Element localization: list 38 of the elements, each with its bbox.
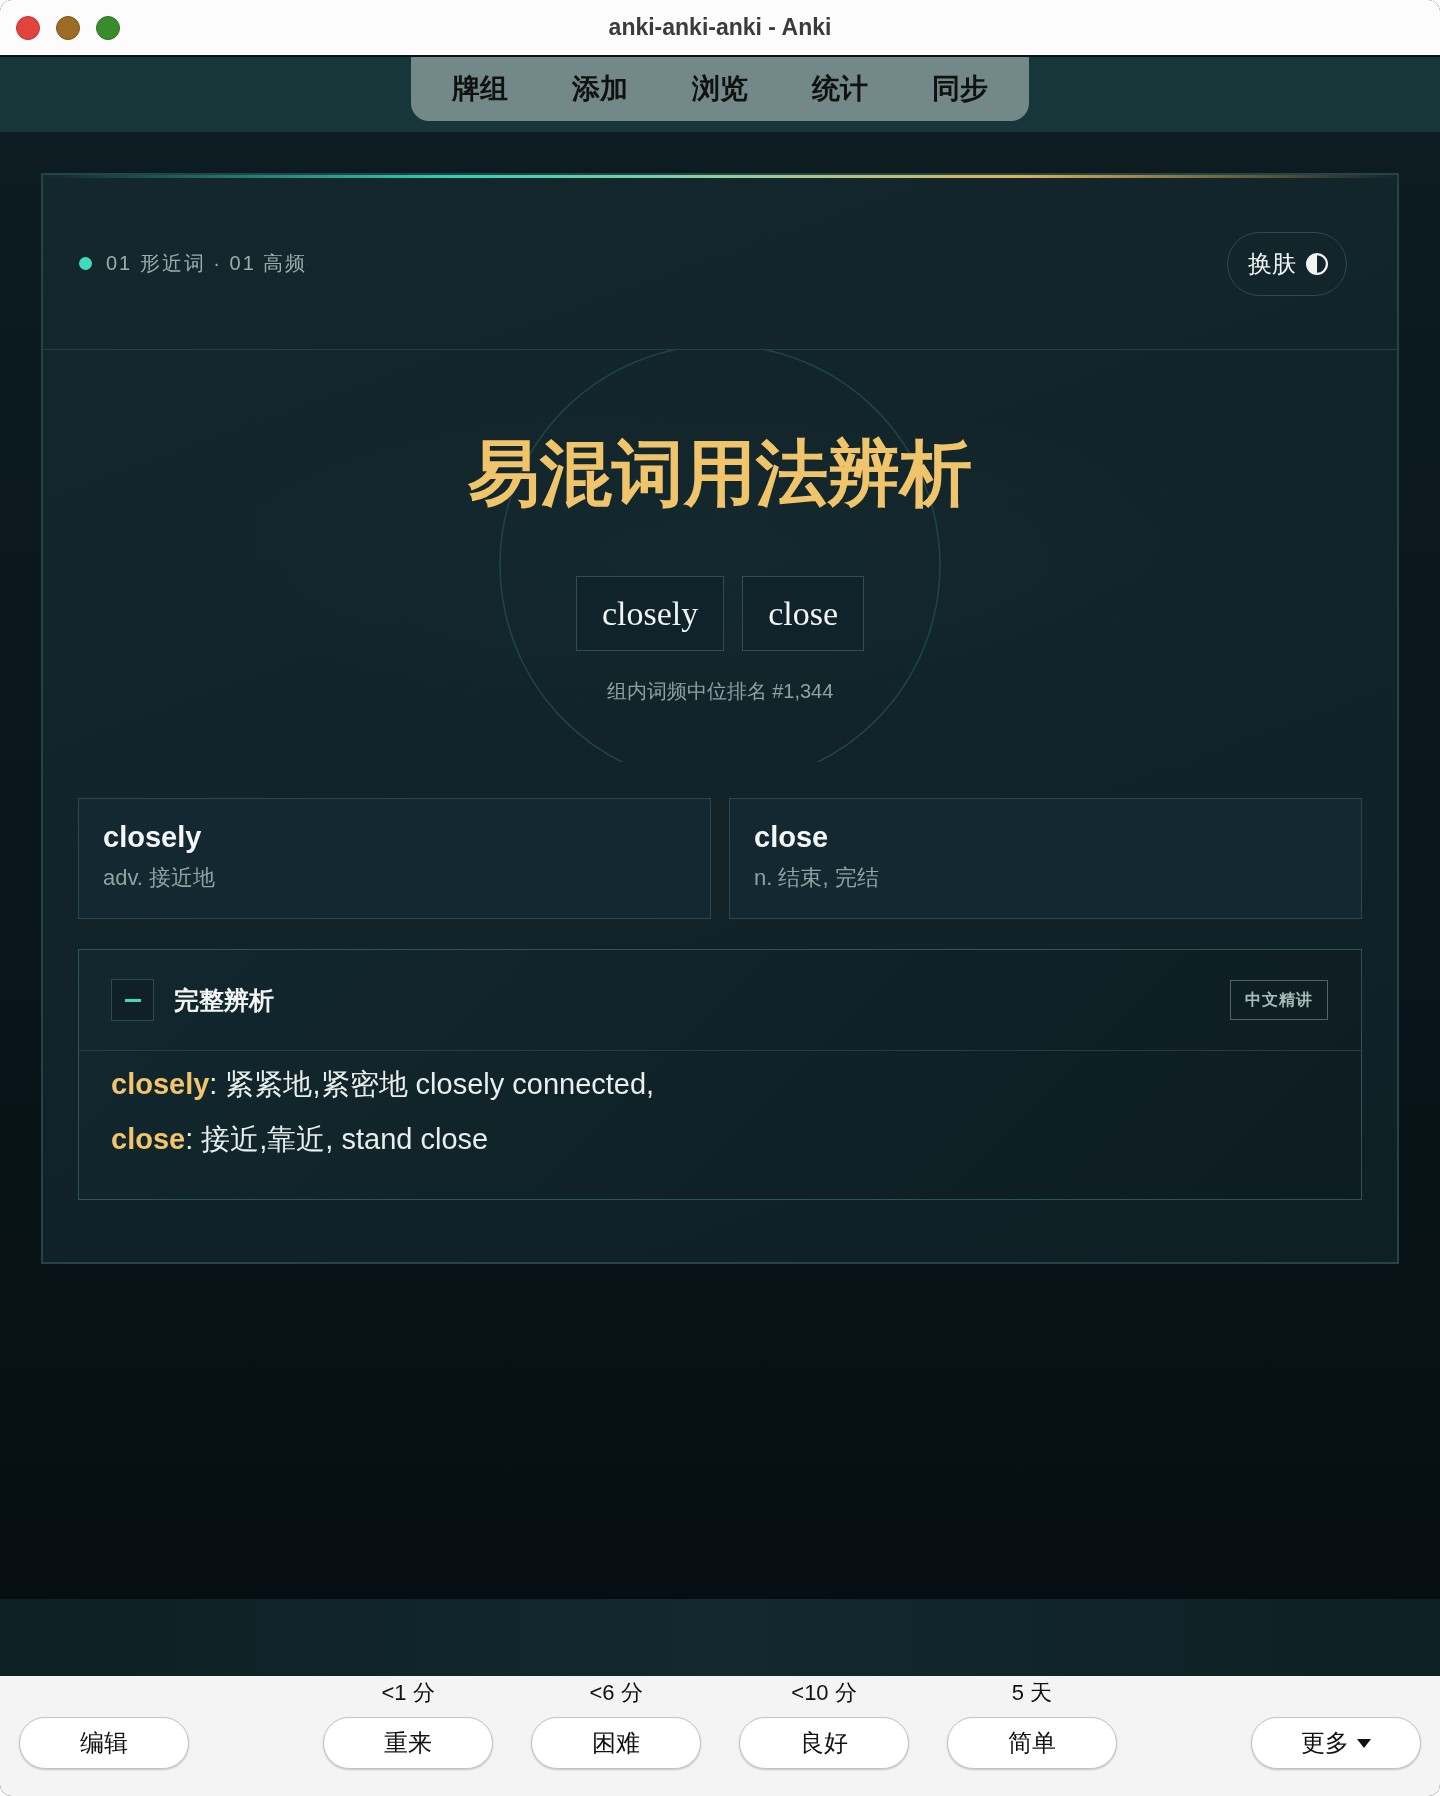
word-chip: close [742, 576, 865, 651]
skin-button[interactable]: 换肤 [1227, 231, 1347, 296]
due-label: <10 分 [791, 1680, 857, 1706]
definition-meaning: adv. 接近地 [103, 864, 216, 892]
toolbar-link[interactable]: 添加 [540, 57, 660, 121]
window-title: anki-anki-anki - Anki [608, 14, 832, 41]
analysis-line: close: 接近,靠近, stand close [111, 1122, 489, 1157]
word-chip: closely [575, 576, 725, 651]
toolbar-link[interactable]: 牌组 [420, 57, 540, 121]
window-zoom-button[interactable] [96, 15, 120, 40]
due-label: 5 天 [1011, 1680, 1053, 1706]
window-close-button[interactable] [16, 15, 40, 40]
analysis-line: closely: 紧紧地,紧密地 closely connected, [111, 1067, 655, 1102]
definition-word: close [754, 820, 829, 855]
answer-button[interactable]: 重来 [323, 1717, 493, 1769]
status-dot-icon [79, 257, 92, 270]
answer-button[interactable]: 简单 [947, 1717, 1117, 1769]
toolbar-link[interactable]: 浏览 [660, 57, 780, 121]
analysis-title: 完整辨析 [174, 984, 274, 1016]
card-title: 易混词用法辨析 [468, 432, 972, 515]
more-button[interactable]: 更多 [1251, 1717, 1421, 1769]
caret-icon [1357, 1738, 1371, 1748]
rank-label: 组内词频中位排名 #1,344 [606, 679, 834, 704]
collapse-button[interactable] [111, 979, 154, 1021]
definition-word: closely [103, 820, 202, 855]
answer-button[interactable]: 良好 [739, 1717, 909, 1769]
toolbar-link[interactable]: 统计 [780, 57, 900, 121]
due-label: <6 分 [589, 1680, 643, 1706]
answer-button[interactable]: 困难 [531, 1717, 701, 1769]
contrast-icon [1306, 252, 1328, 275]
minus-icon [124, 998, 141, 1002]
window-minimize-button[interactable] [56, 15, 80, 40]
deck-tag-label: 01 形近词 · 01 高频 [106, 251, 308, 276]
toolbar-link[interactable]: 同步 [900, 57, 1020, 121]
due-label: <1 分 [381, 1680, 435, 1706]
edit-button[interactable]: 编辑 [19, 1717, 189, 1769]
language-badge: 中文精讲 [1230, 980, 1328, 1020]
definition-meaning: n. 结束, 完结 [754, 864, 879, 892]
